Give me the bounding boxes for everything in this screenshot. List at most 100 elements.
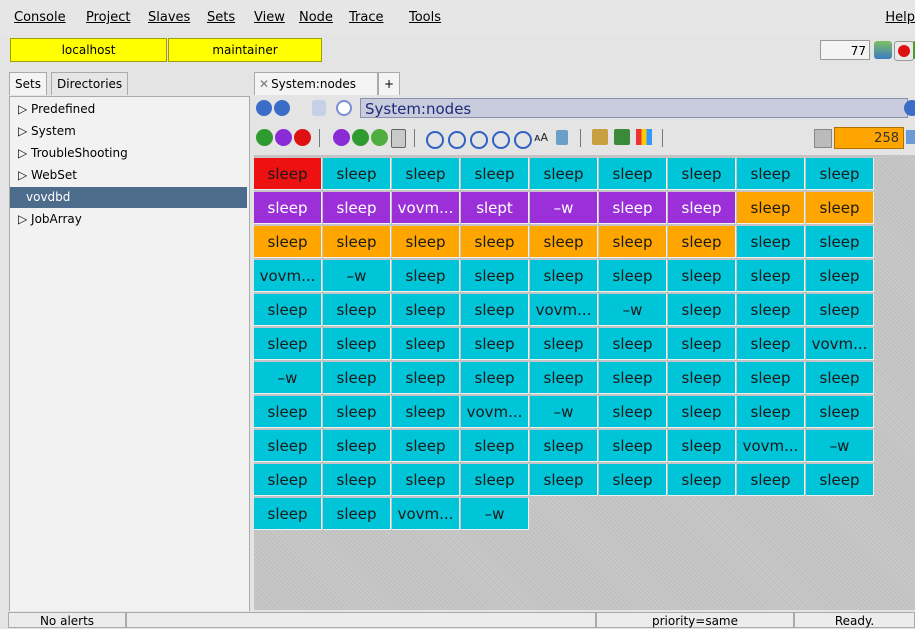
node-cell[interactable]: –w	[530, 396, 598, 428]
node-cell[interactable]: sleep	[530, 328, 598, 360]
node-cell[interactable]: vovm...	[461, 396, 529, 428]
node-cell[interactable]: sleep	[392, 226, 460, 258]
node-cell[interactable]: sleep	[530, 362, 598, 394]
node-cell[interactable]: sleep	[806, 464, 874, 496]
zoom-reset-icon[interactable]	[514, 131, 532, 149]
node-cell[interactable]: vovm...	[392, 192, 460, 224]
node-cell[interactable]: sleep	[737, 294, 805, 326]
network-icon[interactable]	[592, 129, 608, 145]
node-cell[interactable]: sleep	[254, 226, 322, 258]
node-cell[interactable]: sleep	[461, 464, 529, 496]
node-cell[interactable]: sleep	[737, 362, 805, 394]
node-cell[interactable]: sleep	[323, 430, 391, 462]
node-cell[interactable]: vovm...	[392, 498, 460, 530]
node-cell[interactable]: sleep	[254, 396, 322, 428]
menu-console[interactable]: Console	[14, 10, 66, 25]
node-cell[interactable]: sleep	[530, 226, 598, 258]
monitor-icon[interactable]	[874, 41, 892, 59]
node-cell[interactable]: –w	[530, 192, 598, 224]
tree-item-system[interactable]: ▷ System	[10, 121, 247, 142]
node-cell[interactable]: sleep	[392, 362, 460, 394]
menu-slaves[interactable]: Slaves	[148, 10, 190, 25]
node-cell[interactable]: sleep	[806, 294, 874, 326]
node-cell[interactable]: sleep	[599, 362, 667, 394]
node-cell[interactable]: sleep	[530, 260, 598, 292]
back-icon[interactable]	[256, 100, 272, 116]
node-cell[interactable]: sleep	[668, 430, 736, 462]
node-cell[interactable]: sleep	[737, 464, 805, 496]
tab-directories[interactable]: Directories	[51, 72, 129, 95]
run-icon[interactable]	[256, 129, 273, 146]
zoom-fit-icon[interactable]	[492, 131, 510, 149]
pause-icon[interactable]	[275, 129, 292, 146]
zoom-out-icon[interactable]	[470, 131, 488, 149]
node-cell[interactable]: sleep	[668, 260, 736, 292]
node-cell[interactable]: sleep	[392, 464, 460, 496]
node-cell[interactable]: sleep	[668, 158, 736, 190]
node-cell[interactable]: sleep	[392, 158, 460, 190]
search-icon[interactable]	[906, 130, 915, 144]
path-input[interactable]: System:nodes	[360, 98, 908, 118]
tab-sets[interactable]: Sets	[9, 72, 47, 95]
menu-project[interactable]: Project	[86, 10, 130, 25]
node-cell[interactable]: sleep	[323, 226, 391, 258]
node-cell[interactable]: sleep	[392, 328, 460, 360]
node-cell[interactable]: vovm...	[737, 430, 805, 462]
node-cell[interactable]: sleep	[737, 226, 805, 258]
node-cell[interactable]: sleep	[323, 158, 391, 190]
node-cell[interactable]: sleep	[599, 192, 667, 224]
node-cell[interactable]: sleep	[323, 396, 391, 428]
node-cell[interactable]: sleep	[668, 396, 736, 428]
node-cell[interactable]: sleep	[806, 158, 874, 190]
node-cell[interactable]: sleep	[737, 328, 805, 360]
node-cell[interactable]: sleep	[461, 430, 529, 462]
help-icon[interactable]	[904, 100, 915, 116]
node-cell[interactable]: sleep	[254, 192, 322, 224]
node-cell[interactable]: sleep	[530, 158, 598, 190]
forward-icon[interactable]	[274, 100, 290, 116]
node-cell[interactable]: sleep	[254, 328, 322, 360]
menu-sets[interactable]: Sets	[207, 10, 235, 25]
node-cell[interactable]: –w	[599, 294, 667, 326]
search-icon[interactable]	[336, 100, 352, 116]
node-cell[interactable]: sleep	[668, 464, 736, 496]
tab-system-nodes[interactable]: ✕ System:nodes	[254, 72, 378, 95]
stop-icon[interactable]	[294, 129, 311, 146]
node-cell[interactable]: sleep	[461, 158, 529, 190]
node-cell[interactable]: –w	[806, 430, 874, 462]
node-cell[interactable]: sleep	[737, 192, 805, 224]
node-cell[interactable]: sleep	[599, 158, 667, 190]
node-cell[interactable]: –w	[323, 260, 391, 292]
node-cell[interactable]: sleep	[323, 192, 391, 224]
node-cell[interactable]: sleep	[599, 226, 667, 258]
node-cell[interactable]: sleep	[737, 158, 805, 190]
node-cell[interactable]: sleep	[668, 192, 736, 224]
node-cell[interactable]: sleep	[806, 192, 874, 224]
node-cell[interactable]: sleep	[806, 260, 874, 292]
node-cell[interactable]: sleep	[599, 396, 667, 428]
go-icon[interactable]	[352, 129, 369, 146]
node-cell[interactable]: sleep	[461, 328, 529, 360]
node-cell[interactable]: sleep	[461, 226, 529, 258]
tree-item-troubleshooting[interactable]: ▷ TroubleShooting	[10, 143, 247, 164]
check-icon[interactable]	[371, 129, 388, 146]
node-cell[interactable]: –w	[461, 498, 529, 530]
node-cell[interactable]: sleep	[254, 158, 322, 190]
grid-view-icon[interactable]	[636, 129, 652, 145]
node-cell[interactable]: sleep	[323, 294, 391, 326]
node-cell[interactable]: sleep	[254, 430, 322, 462]
node-cell[interactable]: sleep	[254, 294, 322, 326]
node-cell[interactable]: sleep	[323, 362, 391, 394]
node-cell[interactable]: vovm...	[530, 294, 598, 326]
menu-node[interactable]: Node	[299, 10, 333, 25]
menu-view[interactable]: View	[254, 10, 285, 25]
node-cell[interactable]: sleep	[668, 294, 736, 326]
node-cell[interactable]: sleep	[392, 396, 460, 428]
close-icon[interactable]: ✕	[259, 77, 269, 91]
node-cell[interactable]: sleep	[806, 396, 874, 428]
node-cell[interactable]: sleep	[806, 362, 874, 394]
tree-item-predefined[interactable]: ▷ Predefined	[10, 99, 247, 120]
menu-help[interactable]: Help	[885, 10, 915, 25]
node-cell[interactable]: sleep	[668, 362, 736, 394]
filter-icon[interactable]	[814, 129, 832, 148]
